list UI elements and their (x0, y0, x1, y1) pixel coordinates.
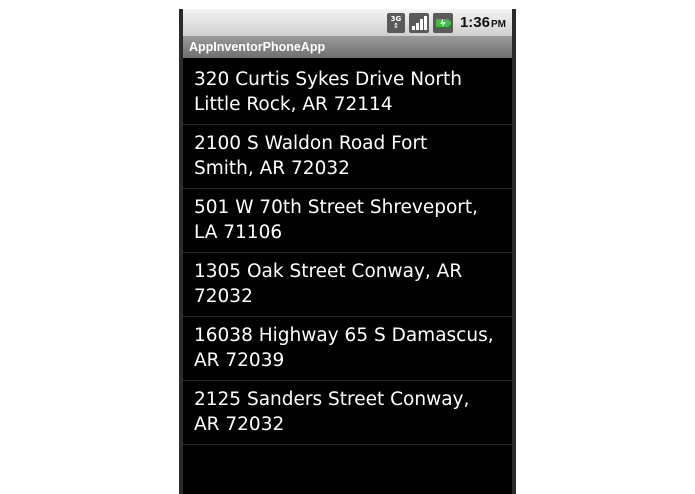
clock-ampm: PM (491, 19, 506, 30)
phone-frame: 3G ↕ 1:36PM AppInventorPhoneApp 320 Curt… (179, 9, 516, 494)
signal-bars-icon (408, 12, 429, 33)
list-item-address-6[interactable]: 2125 Sanders Street Conway, AR 72032 (183, 381, 512, 445)
app-title: AppInventorPhoneApp (189, 40, 326, 54)
list-item-address-5[interactable]: 16038 Highway 65 S Damascus, AR 72039 (183, 317, 512, 381)
app-title-bar: AppInventorPhoneApp (183, 36, 512, 58)
status-clock: 1:36PM (460, 14, 506, 31)
address-list: 320 Curtis Sykes Drive North Little Rock… (183, 61, 512, 445)
address-line-1: 2125 Sanders Street Conway, (194, 389, 470, 410)
status-bar: 3G ↕ 1:36PM (183, 9, 512, 36)
list-item-address-2[interactable]: 2100 S Waldon Road Fort Smith, AR 72032 (183, 125, 512, 189)
address-line-1: 501 W 70th Street Shreveport, (194, 197, 479, 218)
phone-screen: 3G ↕ 1:36PM AppInventorPhoneApp 320 Curt… (183, 9, 512, 494)
address-line-2: LA 71106 (194, 222, 283, 243)
address-line-1: 1305 Oak Street Conway, AR (194, 261, 463, 282)
address-line-2: Little Rock, AR 72114 (194, 94, 393, 115)
address-line-2: Smith, AR 72032 (194, 158, 350, 179)
battery-charging-icon (432, 12, 453, 33)
list-item-address-4[interactable]: 1305 Oak Street Conway, AR 72032 (183, 253, 512, 317)
network-activity-label: ↕ (393, 21, 399, 30)
network-3g-icon: 3G ↕ (386, 12, 405, 33)
list-item-address-3[interactable]: 501 W 70th Street Shreveport, LA 71106 (183, 189, 512, 253)
address-line-2: AR 72032 (194, 414, 285, 435)
address-line-2: 72032 (194, 286, 253, 307)
clock-time: 1:36 (459, 14, 490, 31)
address-line-1: 320 Curtis Sykes Drive North (194, 69, 462, 90)
address-line-1: 2100 S Waldon Road Fort (194, 133, 428, 154)
address-line-1: 16038 Highway 65 S Damascus, (194, 325, 494, 346)
address-line-2: AR 72039 (194, 350, 285, 371)
list-item-address-1[interactable]: 320 Curtis Sykes Drive North Little Rock… (183, 61, 512, 125)
